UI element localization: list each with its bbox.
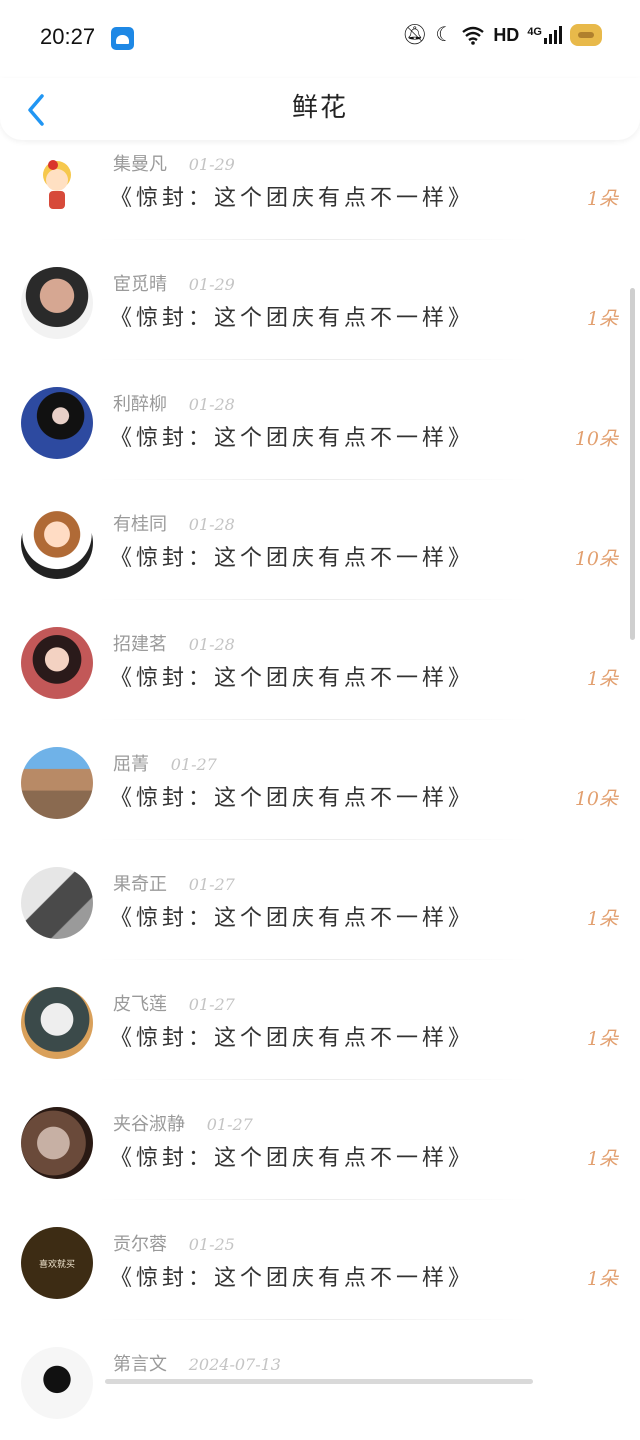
book-title: 《惊封：这个团庆有点不一样》: [110, 786, 475, 811]
page-title: 鲜花: [291, 93, 348, 123]
item-meta: 宦觅晴 01-29: [113, 270, 235, 296]
flower-count: 1朵: [586, 668, 618, 690]
avatar: [21, 1107, 93, 1179]
book-title: 《惊封：这个团庆有点不一样》: [110, 1266, 475, 1291]
user-name: 有桂同: [113, 514, 167, 535]
net-type-label: 4G: [527, 26, 542, 38]
home-indicator[interactable]: [105, 1379, 533, 1384]
android-app-icon: [111, 27, 134, 50]
item-meta: 有桂同 01-28: [113, 510, 235, 536]
book-title: 《惊封：这个团庆有点不一样》: [110, 426, 475, 451]
list-item[interactable]: 喜欢就买 贡尔蓉 01-25 《惊封：这个团庆有点不一样》 1朵: [0, 1200, 640, 1320]
battery-icon: [570, 24, 602, 46]
flower-count: 10朵: [574, 428, 618, 450]
avatar: [21, 747, 93, 819]
item-date: 01-27: [188, 995, 235, 1014]
flower-count: 10朵: [574, 788, 618, 810]
status-time: 20:27: [40, 24, 96, 49]
item-meta: 屈菁 01-27: [113, 750, 217, 776]
user-name: 果奇正: [113, 874, 167, 895]
item-date: 01-27: [188, 875, 235, 894]
book-title: 《惊封：这个团庆有点不一样》: [110, 1146, 475, 1171]
signal-icon: 4G: [527, 26, 562, 44]
flower-count: 1朵: [586, 188, 618, 210]
avatar: [21, 627, 93, 699]
flower-count: 10朵: [574, 548, 618, 570]
hd-indicator: HD: [493, 24, 520, 45]
user-name: 集曼凡: [113, 154, 167, 175]
item-date: 01-29: [188, 275, 235, 294]
flower-count: 1朵: [586, 1028, 618, 1050]
status-icons: 🔕︎ ☾ HD 4G: [402, 22, 602, 48]
avatar: 喜欢就买: [21, 1227, 93, 1299]
item-meta: 第言文 2024-07-13: [113, 1350, 281, 1376]
user-name: 皮飞莲: [113, 994, 167, 1015]
item-date: 01-28: [188, 395, 235, 414]
item-date: 01-29: [188, 155, 235, 174]
avatar: [21, 267, 93, 339]
bell-off-icon: 🔕︎: [401, 24, 428, 46]
item-date: 01-27: [170, 755, 217, 774]
user-name: 招建茗: [113, 634, 167, 655]
user-name: 贡尔蓉: [113, 1234, 167, 1255]
avatar: [21, 867, 93, 939]
user-name: 利醉柳: [113, 394, 167, 415]
book-title: 《惊封：这个团庆有点不一样》: [110, 546, 475, 571]
wifi-icon: [462, 26, 485, 45]
list-item[interactable]: 集曼凡 01-29 《惊封：这个团庆有点不一样》 1朵: [0, 120, 640, 240]
item-meta: 贡尔蓉 01-25: [113, 1230, 235, 1256]
user-name: 屈菁: [113, 754, 149, 775]
item-date: 01-25: [188, 1235, 235, 1254]
book-title: 《惊封：这个团庆有点不一样》: [110, 906, 475, 931]
book-title: 《惊封：这个团庆有点不一样》: [110, 186, 475, 211]
avatar: [21, 147, 93, 219]
moon-icon: ☾: [435, 24, 454, 46]
book-title: 《惊封：这个团庆有点不一样》: [110, 1026, 475, 1051]
list-item[interactable]: 宦觅晴 01-29 《惊封：这个团庆有点不一样》 1朵: [0, 240, 640, 360]
user-name: 夹谷淑静: [113, 1114, 185, 1135]
item-meta: 皮飞莲 01-27: [113, 990, 235, 1016]
item-date: 01-27: [206, 1115, 253, 1134]
list-item[interactable]: 皮飞莲 01-27 《惊封：这个团庆有点不一样》 1朵: [0, 960, 640, 1080]
book-title: 《惊封：这个团庆有点不一样》: [110, 306, 475, 331]
flower-count: 1朵: [586, 308, 618, 330]
flower-count: 1朵: [586, 1268, 618, 1290]
avatar: [21, 387, 93, 459]
list-item[interactable]: 利醉柳 01-28 《惊封：这个团庆有点不一样》 10朵: [0, 360, 640, 480]
status-bar: 20:27 🔕︎ ☾ HD 4G: [0, 0, 640, 78]
item-meta: 利醉柳 01-28: [113, 390, 235, 416]
item-date: 01-28: [188, 515, 235, 534]
list-item[interactable]: 夹谷淑静 01-27 《惊封：这个团庆有点不一样》 1朵: [0, 1080, 640, 1200]
list-item[interactable]: 果奇正 01-27 《惊封：这个团庆有点不一样》 1朵: [0, 840, 640, 960]
book-title: 《惊封：这个团庆有点不一样》: [110, 666, 475, 691]
flower-count: 1朵: [586, 1148, 618, 1170]
scrollbar[interactable]: [630, 288, 635, 640]
item-date: 01-28: [188, 635, 235, 654]
user-name: 第言文: [113, 1354, 167, 1375]
avatar: [21, 987, 93, 1059]
item-meta: 集曼凡 01-29: [113, 150, 235, 176]
avatar-text: 喜欢就买: [38, 1258, 75, 1269]
item-date: 2024-07-13: [188, 1355, 281, 1374]
avatar: [21, 507, 93, 579]
item-meta: 招建茗 01-28: [113, 630, 235, 656]
item-meta: 夹谷淑静 01-27: [113, 1110, 253, 1136]
list-item[interactable]: 有桂同 01-28 《惊封：这个团庆有点不一样》 10朵: [0, 480, 640, 600]
avatar: [21, 1347, 93, 1419]
flower-count: 1朵: [586, 908, 618, 930]
list-item[interactable]: 屈菁 01-27 《惊封：这个团庆有点不一样》 10朵: [0, 720, 640, 840]
item-meta: 果奇正 01-27: [113, 870, 235, 896]
list-item[interactable]: 招建茗 01-28 《惊封：这个团庆有点不一样》 1朵: [0, 600, 640, 720]
user-name: 宦觅晴: [113, 274, 167, 295]
